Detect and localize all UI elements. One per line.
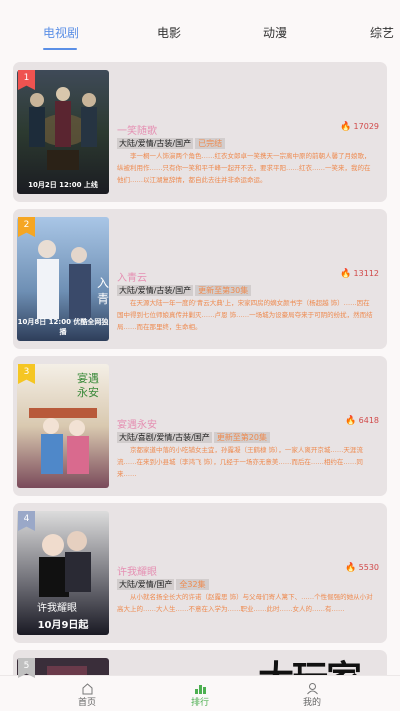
tags-row: 大陆/爱情/古装/国产 已完结 xyxy=(117,138,226,150)
status-badge: 更新至第20集 xyxy=(213,432,270,443)
fire-icon: 🔥 xyxy=(345,416,357,426)
status-badge: 更新至第30集 xyxy=(195,285,252,296)
nav-profile-label: 我的 xyxy=(302,698,321,708)
item-description: 京都家道中落的小吃铺女主宜，孙露凝（王鹤棣 饰），一家人离开京城……天涯流流……… xyxy=(117,446,363,478)
tab-tv-series[interactable]: 电视剧 xyxy=(43,24,79,41)
list-item[interactable]: 2 入 青 10月8日 12:00 优酷全网独播 入青云 🔥 13112 大陆/爱… xyxy=(13,209,387,349)
fire-icon: 🔥 xyxy=(340,122,352,132)
tab-variety[interactable]: 综艺 xyxy=(370,24,394,41)
tags-row: 大陆/喜剧/爱情/古装/国产 更新至第20集 xyxy=(117,432,270,444)
list-item[interactable]: 1 10月2日 12:00 上线 一笑随歌 🔥 17029 大陆/爱情/古装/国产… xyxy=(13,62,387,202)
item-info: 许我耀眼 🔥 5530 大陆/爱情/国产 全32集 从小就名扬全长大的许诺（赵露思 … xyxy=(117,503,379,643)
heat-value: 5530 xyxy=(358,563,379,572)
nav-ranking[interactable]: 排行 xyxy=(180,680,220,708)
status-badge: 全32集 xyxy=(176,579,209,590)
item-description: 李一桐一人饰演两个角色……红衣女郎卓一笑携天一宗离中原的前朝人馨了月娘歌，纵被利… xyxy=(117,152,371,184)
tab-movies[interactable]: 电影 xyxy=(157,24,181,41)
poster-art xyxy=(17,70,109,194)
genre-tags: 大陆/爱情/古装/国产 xyxy=(117,285,194,296)
heat-value: 6418 xyxy=(358,416,379,425)
item-info: 入青云 🔥 13112 大陆/爱情/古装/国产 更新至第30集 在天源大陆一年一度的… xyxy=(117,209,379,349)
item-info: 一笑随歌 🔥 17029 大陆/爱情/古装/国产 已完结 李一桐一人饰演两个角色……… xyxy=(117,62,379,202)
heat-count: 🔥 17029 xyxy=(340,122,379,132)
genre-tags: 大陆/喜剧/爱情/古装/国产 xyxy=(117,432,212,443)
heat-value: 13112 xyxy=(353,269,379,278)
nav-home[interactable]: 首页 xyxy=(67,680,107,708)
tab-anime[interactable]: 动漫 xyxy=(263,24,287,41)
tags-row: 大陆/爱情/国产 全32集 xyxy=(117,579,209,591)
genre-tags: 大陆/爱情/国产 xyxy=(117,579,175,590)
app-screen: 电视剧 电影 动漫 综艺 1 10月2日 12:00 上线 一笑随歌 🔥 170… xyxy=(0,0,400,711)
fire-icon: 🔥 xyxy=(340,269,352,279)
tags-row: 大陆/爱情/古装/国产 更新至第30集 xyxy=(117,285,252,297)
heat-count: 🔥 5530 xyxy=(345,563,379,573)
svg-text:青: 青 xyxy=(97,292,109,306)
nav-home-label: 首页 xyxy=(77,698,96,708)
item-title[interactable]: 宴遇永安 xyxy=(117,416,157,431)
item-title[interactable]: 入青云 xyxy=(117,269,147,284)
genre-tags: 大陆/爱情/古装/国产 xyxy=(117,138,194,149)
item-title[interactable]: 一笑随歌 xyxy=(117,122,157,137)
poster-image[interactable]: 10月2日 12:00 上线 xyxy=(17,70,109,194)
list-item[interactable]: 4 许我耀眼 10月9日起 许我耀眼 🔥 5530 大陆/爱情/国产 全32集 从小… xyxy=(13,503,387,643)
ranking-icon xyxy=(194,680,207,694)
list-item[interactable]: 3 宴遇 永安 宴遇永安 🔥 6418 大陆/喜剧/爱情/古装/国产 更新至第20集… xyxy=(13,356,387,496)
category-tabs: 电视剧 电影 动漫 综艺 xyxy=(0,24,400,54)
poster-caption: 10月2日 12:00 上线 xyxy=(28,181,98,189)
fire-icon: 🔥 xyxy=(345,563,357,573)
svg-text:许我耀眼: 许我耀眼 xyxy=(37,602,77,614)
heat-count: 🔥 13112 xyxy=(340,269,379,279)
nav-profile[interactable]: 我的 xyxy=(292,680,332,708)
svg-text:永安: 永安 xyxy=(77,385,99,399)
status-badge: 已完结 xyxy=(195,138,226,149)
item-description: 从小就名扬全长大的许诺（赵露思 饰）与父母们寄人篱下、……个性倔强的她从小对高大… xyxy=(117,593,373,613)
active-tab-indicator xyxy=(43,48,77,50)
heat-count: 🔥 6418 xyxy=(345,416,379,426)
item-info: 宴遇永安 🔥 6418 大陆/喜剧/爱情/古装/国产 更新至第20集 京都家道中落的… xyxy=(117,356,379,496)
user-icon xyxy=(306,680,319,695)
home-icon xyxy=(81,680,94,695)
bottom-navigation: 首页 排行 我的 xyxy=(0,675,400,711)
item-description: 在天源大陆一年一度的'青云大典'上，宋家四房的嫡女颜书宇（杨超越 饰）……因在国… xyxy=(117,299,373,331)
poster-image[interactable]: 宴遇 永安 xyxy=(17,364,109,488)
svg-text:宴遇: 宴遇 xyxy=(77,371,99,385)
item-title[interactable]: 许我耀眼 xyxy=(117,563,157,578)
poster-caption: 10月9日起 xyxy=(37,620,89,631)
heat-value: 17029 xyxy=(353,122,379,131)
svg-text:入: 入 xyxy=(97,276,109,290)
poster-art: 宴遇 永安 xyxy=(17,364,109,488)
poster-caption: 10月8日 12:00 优酷全网独播 xyxy=(17,318,109,336)
nav-ranking-label: 排行 xyxy=(190,698,209,708)
poster-image[interactable]: 许我耀眼 10月9日起 xyxy=(17,511,109,635)
poster-image[interactable]: 入 青 10月8日 12:00 优酷全网独播 xyxy=(17,217,109,341)
